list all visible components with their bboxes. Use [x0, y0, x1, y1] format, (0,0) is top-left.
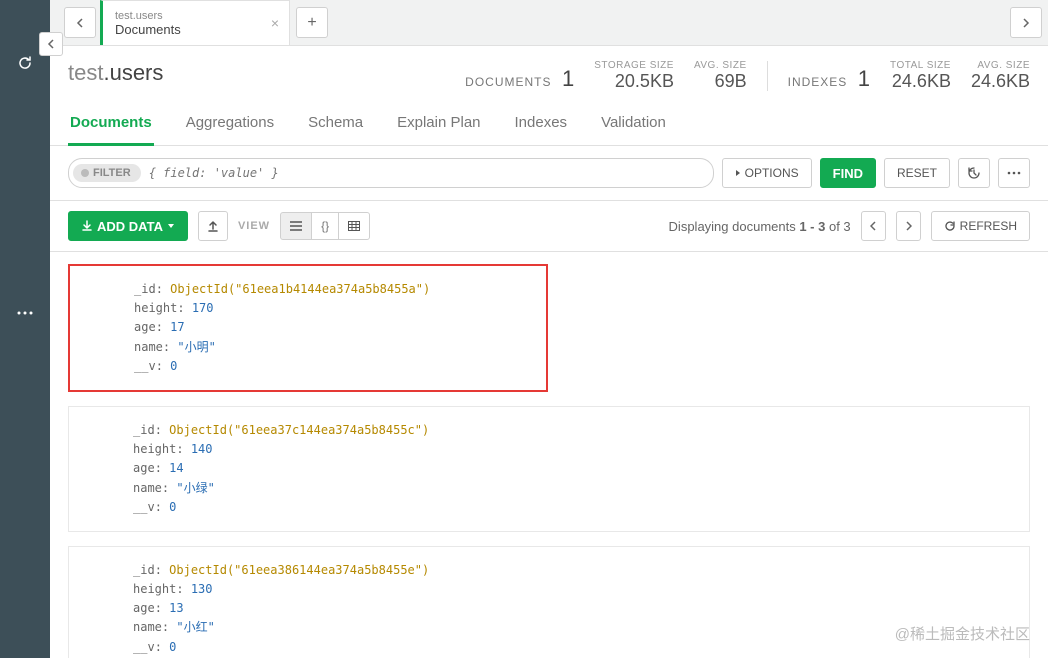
add-data-button[interactable]: ADD DATA	[68, 211, 188, 241]
tab-validation[interactable]: Validation	[599, 106, 668, 145]
close-tab-button[interactable]: ×	[271, 15, 279, 31]
tab-explain-plan[interactable]: Explain Plan	[395, 106, 482, 145]
divider	[767, 61, 768, 91]
main-panel: test.users Documents × + test.users DOCU…	[50, 0, 1048, 658]
chevron-left-icon	[47, 39, 55, 49]
chevron-left-icon	[76, 18, 84, 28]
document-field: name: "小明"	[134, 338, 528, 357]
filter-box: FILTER	[68, 158, 714, 188]
reset-button[interactable]: RESET	[884, 158, 950, 188]
document-field: __v: 0	[133, 638, 1011, 657]
next-page-button[interactable]	[896, 211, 921, 241]
namespace-title: test.users	[68, 60, 163, 86]
document-field: age: 13	[133, 599, 1011, 618]
documents-toolbar: ADD DATA VIEW {} Displaying documents 1 …	[50, 201, 1048, 252]
history-button[interactable]	[958, 158, 990, 188]
document-field: _id: ObjectId("61eea386144ea374a5b8455e"…	[133, 561, 1011, 580]
refresh-button[interactable]: REFRESH	[931, 211, 1030, 241]
displaying-text: Displaying documents 1 - 3 of 3	[669, 219, 851, 234]
tab-indexes[interactable]: Indexes	[513, 106, 570, 145]
refresh-icon	[17, 55, 33, 71]
download-icon	[81, 220, 93, 232]
workspace-tab[interactable]: test.users Documents ×	[100, 0, 290, 45]
options-button[interactable]: OPTIONS	[722, 158, 812, 188]
export-icon	[207, 220, 219, 232]
document-field: height: 170	[134, 299, 528, 318]
filter-pill: FILTER	[73, 164, 141, 182]
db-name: test	[68, 60, 103, 85]
tab-schema[interactable]: Schema	[306, 106, 365, 145]
collection-tabs: Documents Aggregations Schema Explain Pl…	[50, 92, 1048, 146]
ellipsis-icon	[1007, 171, 1021, 175]
document-card[interactable]: _id: ObjectId("61eea37c144ea374a5b8455c"…	[68, 406, 1030, 532]
more-nav-button[interactable]	[0, 288, 50, 338]
document-field: __v: 0	[134, 357, 528, 376]
stat-storage-size: STORAGE SIZE 20.5KB	[594, 60, 674, 92]
document-field: height: 140	[133, 440, 1011, 459]
view-label: VIEW	[238, 220, 270, 232]
document-field: name: "小绿"	[133, 479, 1011, 498]
collapse-sidebar-button[interactable]	[39, 32, 63, 56]
history-icon	[967, 166, 981, 180]
stat-avg-size-2: AVG. SIZE 24.6KB	[971, 60, 1030, 92]
filter-row: FILTER OPTIONS FIND RESET	[50, 146, 1048, 201]
chevron-right-icon	[905, 221, 912, 231]
next-tab-button[interactable]	[1010, 7, 1042, 38]
document-field: height: 130	[133, 580, 1011, 599]
add-tab-button[interactable]: +	[296, 7, 328, 38]
view-table-button[interactable]	[338, 212, 370, 240]
collection-name: .users	[103, 60, 163, 85]
find-button[interactable]: FIND	[820, 158, 876, 188]
stat-avg-size: AVG. SIZE 69B	[694, 60, 747, 92]
view-list-button[interactable]	[280, 212, 312, 240]
list-icon	[290, 221, 302, 231]
stat-documents: DOCUMENTS 1	[465, 66, 574, 92]
tab-aggregations[interactable]: Aggregations	[184, 106, 276, 145]
chevron-left-icon	[870, 221, 877, 231]
braces-icon: {}	[321, 219, 329, 233]
caret-down-icon	[167, 223, 175, 229]
tab-subtitle: test.users	[115, 10, 259, 22]
chevron-right-icon	[1022, 18, 1030, 28]
stat-total-size: TOTAL SIZE 24.6KB	[890, 60, 951, 92]
ellipsis-icon	[17, 311, 33, 315]
tab-documents[interactable]: Documents	[68, 106, 154, 146]
document-field: age: 14	[133, 459, 1011, 478]
refresh-icon	[944, 220, 956, 232]
more-options-button[interactable]	[998, 158, 1030, 188]
documents-list: _id: ObjectId("61eea1b4144ea374a5b8455a"…	[50, 252, 1048, 658]
collection-header: test.users DOCUMENTS 1 STORAGE SIZE 20.5…	[50, 46, 1048, 92]
left-sidebar	[0, 0, 50, 658]
view-mode-buttons: {}	[280, 212, 370, 240]
tab-strip: test.users Documents × +	[50, 0, 1048, 46]
table-icon	[348, 221, 360, 231]
nav-back-button[interactable]	[64, 7, 96, 38]
document-card[interactable]: _id: ObjectId("61eea386144ea374a5b8455e"…	[68, 546, 1030, 658]
stat-indexes: INDEXES 1	[788, 66, 870, 92]
prev-page-button[interactable]	[861, 211, 886, 241]
document-card[interactable]: _id: ObjectId("61eea1b4144ea374a5b8455a"…	[68, 264, 548, 392]
view-json-button[interactable]: {}	[311, 212, 339, 240]
caret-right-icon	[735, 169, 741, 177]
document-field: _id: ObjectId("61eea1b4144ea374a5b8455a"…	[134, 280, 528, 299]
filter-input[interactable]	[141, 166, 711, 180]
export-button[interactable]	[198, 211, 228, 241]
tab-title: Documents	[115, 22, 259, 37]
document-field: age: 17	[134, 318, 528, 337]
watermark: @稀土掘金技术社区	[895, 623, 1030, 644]
document-field: __v: 0	[133, 498, 1011, 517]
document-field: name: "小红"	[133, 618, 1011, 637]
document-field: _id: ObjectId("61eea37c144ea374a5b8455c"…	[133, 421, 1011, 440]
collection-stats: DOCUMENTS 1 STORAGE SIZE 20.5KB AVG. SIZ…	[465, 60, 1030, 92]
